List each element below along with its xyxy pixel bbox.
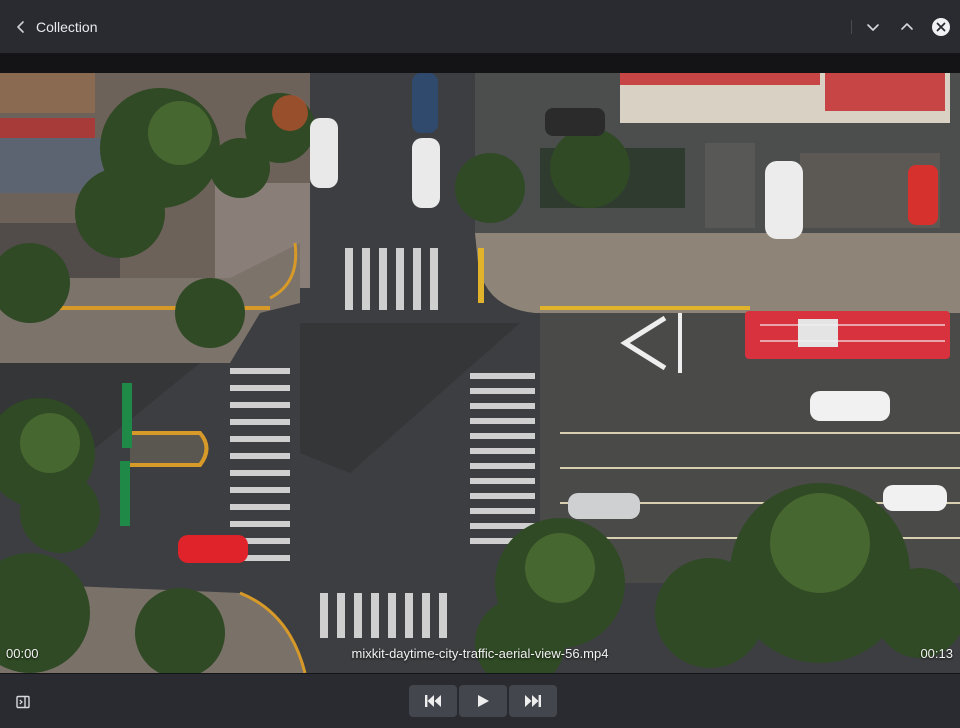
file-name: mixkit-daytime-city-traffic-aerial-view-… [351,646,609,661]
sidebar-toggle-button[interactable] [15,694,31,710]
separator [851,20,852,34]
close-button[interactable] [928,14,954,40]
video-letterbox [0,54,960,73]
next-button[interactable] [509,685,557,717]
chevron-down-icon [867,24,879,31]
back-label: Collection [36,19,98,35]
previous-button[interactable] [409,685,457,717]
duration: 00:13 [920,646,953,661]
video-image [0,73,960,673]
sidebar-toggle-icon [16,695,30,709]
previous-item-button[interactable] [894,14,920,40]
car-white-top [310,118,338,188]
back-button[interactable]: Collection [14,14,97,40]
video-frame[interactable] [0,73,960,673]
chevron-left-icon [17,21,24,33]
play-icon [478,695,489,707]
chevron-up-icon [901,23,913,30]
controls-bar [0,673,960,728]
next-item-button[interactable] [860,14,886,40]
skip-back-icon [425,695,441,707]
close-icon [932,18,950,36]
title-bar: Collection [0,0,960,54]
skip-forward-icon [525,695,541,707]
play-button[interactable] [459,685,507,717]
